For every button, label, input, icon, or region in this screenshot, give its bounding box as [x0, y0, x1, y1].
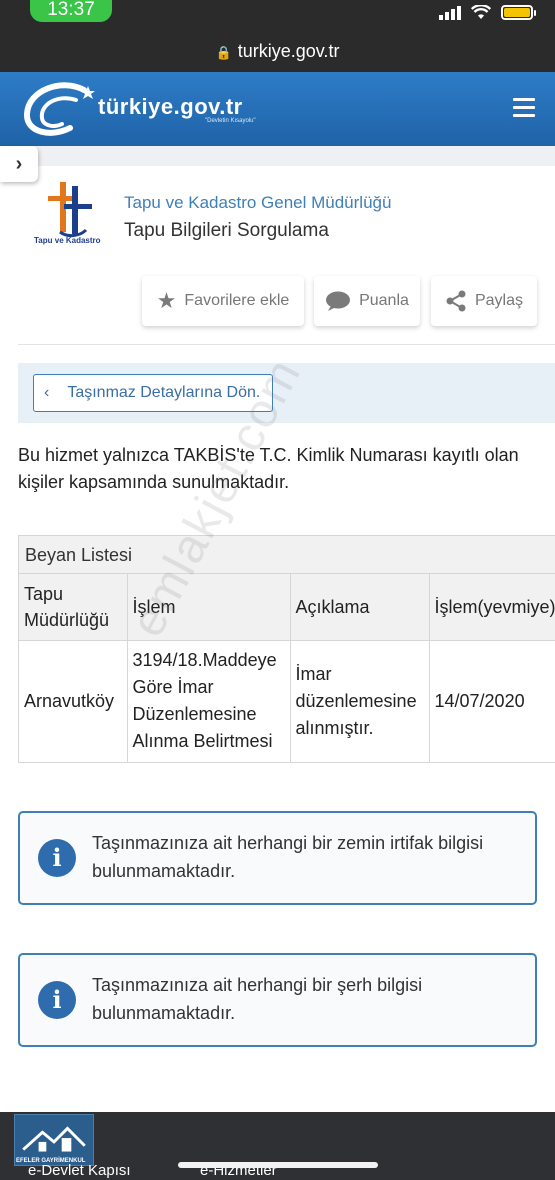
- site-header: türkiye.gov.tr "Devletin Kısayolu": [0, 72, 555, 146]
- share-button[interactable]: Paylaş: [431, 276, 537, 326]
- table-cell: 3194/18.Maddeye Göre İmar Düzenlemesine …: [127, 640, 291, 762]
- share-label: Paylaş: [474, 292, 524, 309]
- share-icon: [446, 290, 466, 312]
- tapu-kadastro-logo-label: Tapu ve Kadastro: [34, 236, 101, 245]
- battery-icon: [501, 5, 536, 20]
- turkiye-logo-icon[interactable]: [22, 80, 102, 138]
- info-icon: i: [38, 981, 76, 1019]
- table-caption: Beyan Listesi: [19, 536, 555, 574]
- status-icons: [439, 5, 536, 20]
- add-favorite-button[interactable]: ★ Favorilere ekle: [142, 276, 304, 326]
- url-text: turkiye.gov.tr: [237, 41, 340, 61]
- declaration-grid: Tapu Müdürlüğü İşlem Açıklama İşlem(yevm…: [19, 574, 555, 762]
- table-cell: Arnavutköy: [19, 640, 128, 762]
- info-alert-easement: i Taşınmazınıza ait herhangi bir zemin i…: [18, 811, 537, 905]
- wifi-icon: [471, 5, 491, 19]
- section-divider: [18, 344, 555, 345]
- info-message: Taşınmazınıza ait herhangi bir şerh bilg…: [92, 975, 423, 1023]
- declaration-table: Beyan Listesi Tapu Müdürlüğü İşlem Açıkl…: [18, 535, 555, 763]
- column-header: Açıklama: [290, 574, 430, 641]
- rate-label: Puanla: [359, 292, 409, 309]
- status-time: 13:37: [30, 0, 112, 22]
- footer-link-edevlet[interactable]: e-Devlet Kapısı: [28, 1162, 131, 1179]
- column-header: Tapu Müdürlüğü: [19, 574, 128, 641]
- info-alert-annotation: i Taşınmazınıza ait herhangi bir şerh bi…: [18, 953, 537, 1047]
- signal-icon: [439, 5, 461, 20]
- table-cell: İmar düzenlemesine alınmıştır.: [290, 640, 430, 762]
- browser-url-bar[interactable]: 🔒 turkiye.gov.tr: [0, 30, 555, 72]
- chevron-right-icon: ›: [15, 152, 23, 175]
- table-cell: 14/07/2020: [429, 640, 555, 762]
- back-button-label: Taşınmaz Detaylarına Dön.: [67, 384, 261, 401]
- status-bar: 13:37: [0, 0, 555, 30]
- table-row: Arnavutköy 3194/18.Maddeye Göre İmar Düz…: [19, 640, 555, 762]
- service-notice: Bu hizmet yalnızca TAKBİS'te T.C. Kimlik…: [18, 445, 519, 492]
- lock-icon: 🔒: [215, 45, 232, 60]
- speech-bubble-icon: [326, 291, 351, 311]
- sidebar-toggle-button[interactable]: ›: [0, 146, 38, 182]
- sub-header-strip: [0, 146, 555, 166]
- info-icon: i: [38, 839, 76, 877]
- menu-icon[interactable]: [513, 98, 535, 122]
- info-message: Taşınmazınıza ait herhangi bir zemin irt…: [92, 833, 484, 881]
- home-indicator[interactable]: [178, 1162, 378, 1168]
- table-header-row: Tapu Müdürlüğü İşlem Açıklama İşlem(yevm…: [19, 574, 555, 641]
- column-header: İşlem(yevmiye) Tarihi: [429, 574, 555, 641]
- chevron-left-icon: ‹: [44, 384, 50, 401]
- organization-name[interactable]: Tapu ve Kadastro Genel Müdürlüğü: [124, 193, 391, 213]
- add-favorite-label: Favorilere ekle: [184, 292, 290, 309]
- site-logo-text[interactable]: türkiye.gov.tr: [98, 94, 243, 120]
- site-logo-tagline: "Devletin Kısayolu": [205, 118, 256, 124]
- service-title: Tapu Bilgileri Sorgulama: [124, 220, 329, 241]
- star-icon: ★: [156, 288, 177, 313]
- rate-button[interactable]: Puanla: [314, 276, 420, 326]
